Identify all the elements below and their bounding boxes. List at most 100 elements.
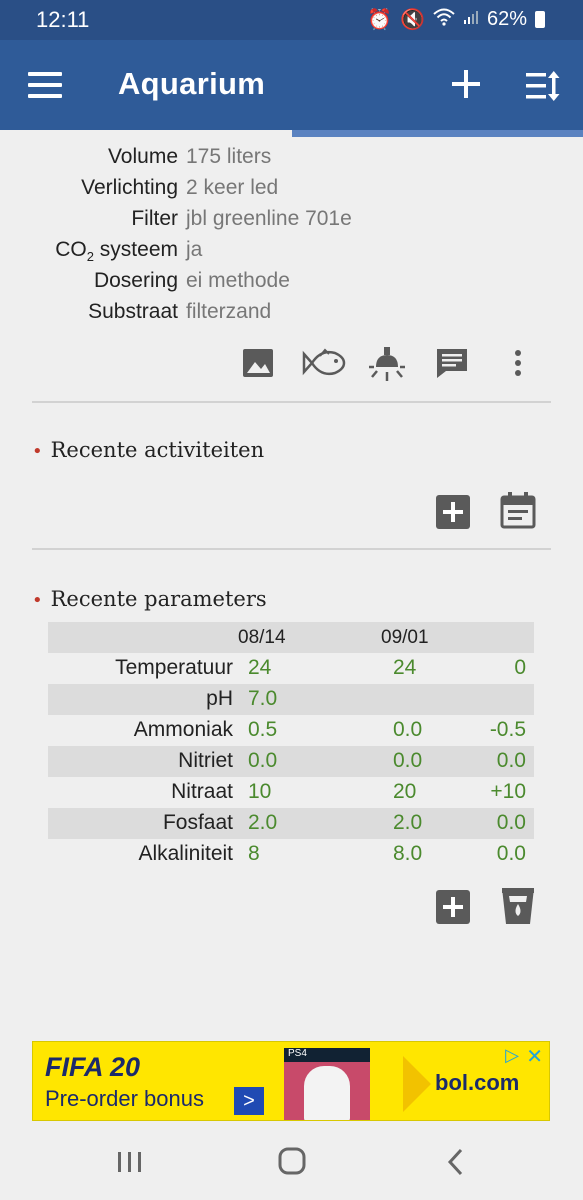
home-icon[interactable]	[272, 1144, 312, 1180]
add-icon[interactable]	[448, 66, 484, 102]
parameter-name: Nitraat	[171, 780, 233, 803]
mute-icon: 🔇	[400, 9, 425, 31]
comment-icon[interactable]	[434, 345, 474, 385]
tab-indicator	[292, 130, 583, 137]
add-parameter-button[interactable]	[436, 890, 470, 924]
alarm-icon: ⏰	[367, 9, 393, 31]
parameter-name: Alkaliniteit	[138, 842, 233, 865]
table-row[interactable]: Temperatuur 24 24 0	[48, 653, 534, 684]
parameter-value: 24	[393, 656, 417, 679]
test-cup-icon[interactable]	[500, 886, 536, 926]
table-row[interactable]: Alkaliniteit 8 8.0 0.0	[48, 839, 534, 870]
co2-label-main: CO	[55, 238, 87, 261]
table-row[interactable]: Ammoniak 0.5 0.0 -0.5	[48, 715, 534, 746]
ad-brand: bol.com	[435, 1070, 520, 1095]
section-title-text: Recente parameters	[50, 587, 267, 611]
parameter-value: 0.0	[248, 749, 278, 772]
ad-badge: PS4	[284, 1048, 370, 1062]
bullet-icon: •	[32, 441, 43, 462]
parameter-name: Ammoniak	[133, 718, 233, 741]
parameter-value: 7.0	[248, 687, 278, 710]
table-row[interactable]: pH 7.0	[48, 684, 534, 715]
divider	[32, 401, 551, 403]
close-icon[interactable]: ✕	[526, 1044, 543, 1069]
column-header-date: 08/14	[238, 627, 286, 648]
status-time: 12:11	[36, 7, 90, 32]
parameter-value: 8.0	[393, 842, 423, 865]
parameter-value: 0.0	[393, 718, 423, 741]
back-icon[interactable]	[437, 1144, 477, 1180]
sort-icon[interactable]	[524, 70, 562, 102]
light-icon[interactable]	[367, 345, 407, 385]
parameter-name: Nitriet	[178, 749, 233, 772]
parameter-name: Temperatuur	[115, 656, 233, 679]
ad-image: PS4	[284, 1048, 370, 1120]
parameter-value: 0.0	[393, 749, 423, 772]
section-title-text: Recente activiteiten	[50, 438, 265, 462]
detail-label: Dosering	[93, 269, 178, 292]
parameter-diff: 0.0	[496, 749, 526, 772]
section-title-activities: • Recente activiteiten	[32, 438, 264, 462]
detail-value: 2 keer led	[186, 176, 279, 199]
parameter-diff: -0.5	[489, 718, 526, 741]
parameter-name: pH	[206, 687, 233, 710]
ad-title: FIFA 20	[45, 1052, 141, 1082]
ad-arrow-button[interactable]: >	[234, 1087, 264, 1115]
recents-icon[interactable]	[110, 1144, 150, 1180]
image-icon[interactable]	[240, 345, 280, 385]
table-row[interactable]: Nitraat 10 20 +10	[48, 777, 534, 808]
co2-label-rest: systeem	[93, 238, 178, 261]
player-image	[304, 1066, 350, 1120]
fish-icon[interactable]	[301, 345, 347, 385]
detail-label: CO2 systeem	[55, 238, 178, 264]
signal-icon	[463, 8, 479, 31]
ad-choices-icon[interactable]: ▷	[505, 1045, 519, 1066]
parameter-name: Fosfaat	[162, 811, 233, 834]
nav-bar	[0, 1124, 583, 1200]
ad-banner[interactable]: FIFA 20 Pre-order bonus > PS4 bol.com ▷ …	[32, 1041, 550, 1121]
parameter-value: 0.5	[248, 718, 278, 741]
detail-row-dosering: Dosering ei methode	[0, 269, 583, 299]
parameter-value: 2.0	[393, 811, 423, 834]
wifi-icon	[433, 8, 455, 32]
app-bar: Aquarium	[0, 40, 583, 130]
detail-value: ja	[186, 238, 203, 261]
parameter-value: 10	[248, 780, 272, 803]
detail-value: ei methode	[186, 269, 290, 292]
calendar-icon[interactable]	[500, 491, 536, 529]
detail-actions	[0, 345, 583, 385]
detail-row-verlichting: Verlichting 2 keer led	[0, 176, 583, 206]
status-bar: 12:11 ⏰ 🔇 62%	[0, 0, 583, 40]
ad-subtitle: Pre-order bonus	[45, 1086, 204, 1111]
detail-value: jbl greenline 701e	[186, 207, 352, 230]
parameter-diff: 0.0	[496, 811, 526, 834]
detail-label: Volume	[107, 145, 178, 168]
co2-label-sub: 2	[86, 249, 94, 265]
parameter-value: 8	[248, 842, 260, 865]
detail-row-volume: Volume 175 liters	[0, 145, 583, 175]
detail-label: Substraat	[88, 300, 178, 323]
table-row[interactable]: Fosfaat 2.0 2.0 0.0	[48, 808, 534, 839]
table-header: 08/14 09/01	[48, 622, 534, 653]
battery-text: 62%	[486, 8, 527, 30]
play-icon	[403, 1056, 431, 1112]
battery-icon	[535, 11, 545, 28]
detail-row-filter: Filter jbl greenline 701e	[0, 207, 583, 237]
parameter-value: 24	[248, 656, 272, 679]
parameter-diff: +10	[490, 780, 526, 803]
status-icons: ⏰ 🔇 62%	[367, 7, 545, 32]
more-vert-icon[interactable]	[506, 345, 530, 385]
section-title-parameters: • Recente parameters	[32, 587, 267, 611]
detail-value: filterzand	[186, 300, 272, 323]
bullet-icon: •	[32, 590, 43, 611]
detail-label: Filter	[131, 207, 178, 230]
menu-icon[interactable]	[28, 72, 62, 98]
parameter-diff: 0	[514, 656, 526, 679]
add-activity-button[interactable]	[436, 495, 470, 529]
page-title: Aquarium	[118, 66, 266, 101]
parameter-value: 2.0	[248, 811, 278, 834]
detail-label: Verlichting	[81, 176, 178, 199]
divider	[32, 548, 551, 550]
parameter-value: 20	[393, 780, 417, 803]
table-row[interactable]: Nitriet 0.0 0.0 0.0	[48, 746, 534, 777]
